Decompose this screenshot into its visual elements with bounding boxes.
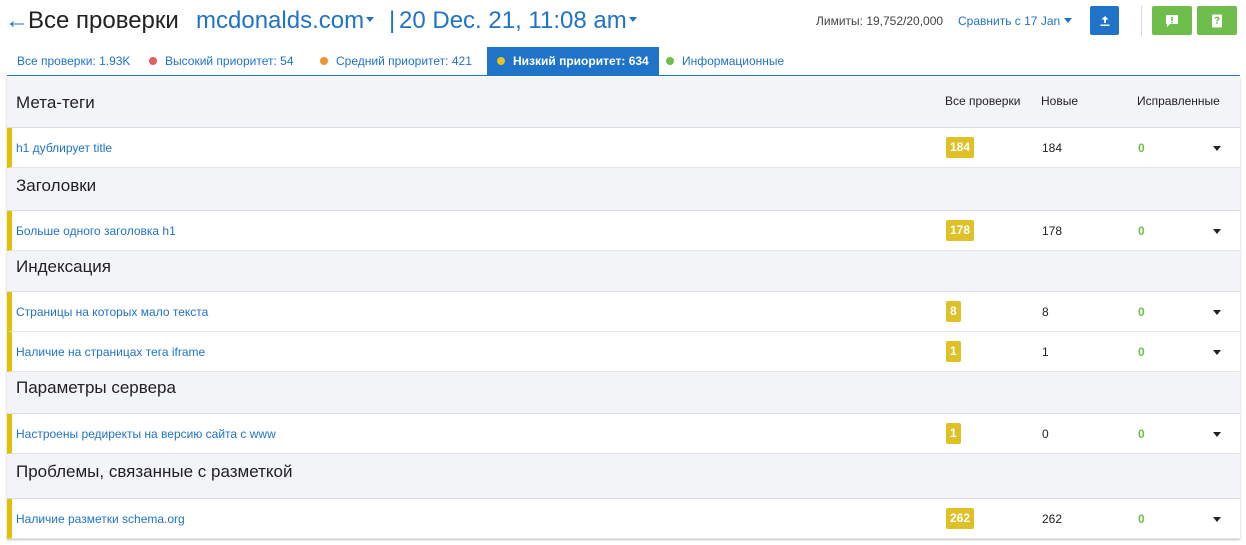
new-count: 0 (1042, 427, 1049, 441)
check-name-link[interactable]: Настроены редиректы на версию сайта с ww… (16, 427, 276, 441)
informational-dot-icon (666, 56, 674, 65)
fixed-count: 0 (1138, 512, 1145, 526)
limits-text: Лимиты: 19,752/20,000 (816, 14, 944, 28)
check-name-link[interactable]: Наличие разметки schema.org (16, 512, 185, 526)
tab-label: Низкий приоритет: 634 (513, 54, 649, 68)
fixed-count: 0 (1138, 224, 1145, 238)
export-button[interactable] (1090, 6, 1119, 35)
check-name-link[interactable]: Наличие на страницах тега iframe (16, 345, 205, 359)
fixed-count: 0 (1138, 305, 1145, 319)
tab-medium-priority[interactable]: Средний приоритет: 421 (320, 47, 472, 75)
page-title: Все проверки (28, 7, 179, 34)
tab-label: Средний приоритет: 421 (336, 54, 472, 68)
back-arrow-icon[interactable]: ← (5, 7, 29, 35)
table-row[interactable]: Больше одного заголовка h1 178 178 0 (7, 211, 1240, 251)
column-header-all: Все проверки (945, 94, 1021, 108)
new-count: 184 (1042, 141, 1063, 155)
chevron-down-icon (628, 17, 637, 23)
tab-low-priority[interactable]: Низкий приоритет: 634 (487, 47, 659, 75)
medium-priority-dot-icon (320, 56, 328, 65)
group-header: Индексация (7, 251, 1240, 292)
domain-selector[interactable]: mcdonalds.com (196, 7, 375, 35)
new-count: 262 (1042, 512, 1063, 526)
group-header: Заголовки (7, 168, 1240, 211)
all-count-badge: 8 (946, 301, 961, 322)
question-icon (1212, 14, 1222, 27)
group-header: Мета-теги Все проверки Новые Исправленны… (7, 77, 1240, 128)
check-name-link[interactable]: h1 дублирует title (16, 141, 112, 155)
check-name-link[interactable]: Страницы на которых мало текста (16, 305, 208, 319)
table-row[interactable]: Настроены редиректы на версию сайта с ww… (7, 414, 1240, 454)
all-count-badge: 262 (946, 508, 975, 529)
group-title: Индексация (16, 257, 112, 276)
group-header: Проблемы, связанные с разметкой (7, 454, 1240, 499)
date-label: 20 Dec. 21, 11:08 am (399, 7, 627, 34)
expand-chevron-icon[interactable] (1213, 517, 1221, 522)
group-title: Заголовки (16, 176, 97, 195)
table-row[interactable]: Наличие разметки schema.org 262 262 0 (7, 499, 1240, 539)
table-row[interactable]: Страницы на которых мало текста 8 8 0 (7, 292, 1240, 332)
all-count-badge: 178 (946, 220, 975, 241)
tab-label: Высокий приоритет: 54 (165, 54, 294, 68)
priority-filter-tabs: Все проверки: 1.93K Высокий приоритет: 5… (7, 47, 1240, 76)
tab-high-priority[interactable]: Высокий приоритет: 54 (149, 47, 294, 75)
compare-label: Сравнить с 17 Jan (958, 14, 1061, 28)
feedback-button[interactable] (1152, 6, 1192, 35)
domain-label: mcdonalds.com (196, 7, 365, 34)
tab-label: Информационные (682, 54, 785, 68)
tab-informational[interactable]: Информационные (666, 47, 784, 75)
table-row[interactable]: h1 дублирует title 184 184 0 (7, 128, 1240, 168)
group-header: Параметры сервера (7, 372, 1240, 414)
all-count-badge: 1 (946, 423, 961, 444)
low-priority-dot-icon (497, 56, 505, 65)
fixed-count: 0 (1138, 141, 1145, 155)
table-row[interactable]: Наличие на страницах тега iframe 1 1 0 (7, 332, 1240, 372)
fixed-count: 0 (1138, 345, 1145, 359)
expand-chevron-icon[interactable] (1213, 310, 1221, 315)
tab-label: Все проверки: 1.93K (17, 54, 131, 68)
column-header-new: Новые (1041, 94, 1079, 108)
header-divider (1141, 6, 1142, 36)
chevron-down-icon (366, 17, 375, 23)
group-title: Мета-теги (16, 93, 95, 112)
title-separator: | (389, 7, 396, 34)
upload-icon (1100, 15, 1109, 26)
expand-chevron-icon[interactable] (1213, 229, 1221, 234)
new-count: 8 (1042, 305, 1049, 319)
all-count-badge: 184 (946, 137, 975, 158)
new-count: 1 (1042, 345, 1049, 359)
group-title: Проблемы, связанные с разметкой (16, 462, 293, 481)
expand-chevron-icon[interactable] (1213, 350, 1221, 355)
check-name-link[interactable]: Больше одного заголовка h1 (16, 224, 176, 238)
help-button[interactable] (1197, 6, 1237, 35)
column-header-fixed: Исправленные (1137, 94, 1220, 108)
new-count: 178 (1042, 224, 1063, 238)
tab-all-checks[interactable]: Все проверки: 1.93K (17, 47, 130, 75)
fixed-count: 0 (1138, 427, 1145, 441)
exclamation-icon (1166, 14, 1178, 27)
chevron-down-icon (1064, 18, 1073, 24)
all-count-badge: 1 (946, 341, 961, 362)
expand-chevron-icon[interactable] (1213, 432, 1221, 437)
expand-chevron-icon[interactable] (1213, 146, 1221, 151)
group-title: Параметры сервера (16, 378, 176, 397)
date-selector[interactable]: 20 Dec. 21, 11:08 am (399, 7, 637, 35)
checks-table: Мета-теги Все проверки Новые Исправленны… (7, 77, 1240, 539)
high-priority-dot-icon (149, 56, 157, 65)
page-header: ← Все проверки mcdonalds.com | 20 Dec. 2… (0, 0, 1246, 46)
compare-dropdown[interactable]: Сравнить с 17 Jan (958, 14, 1073, 28)
